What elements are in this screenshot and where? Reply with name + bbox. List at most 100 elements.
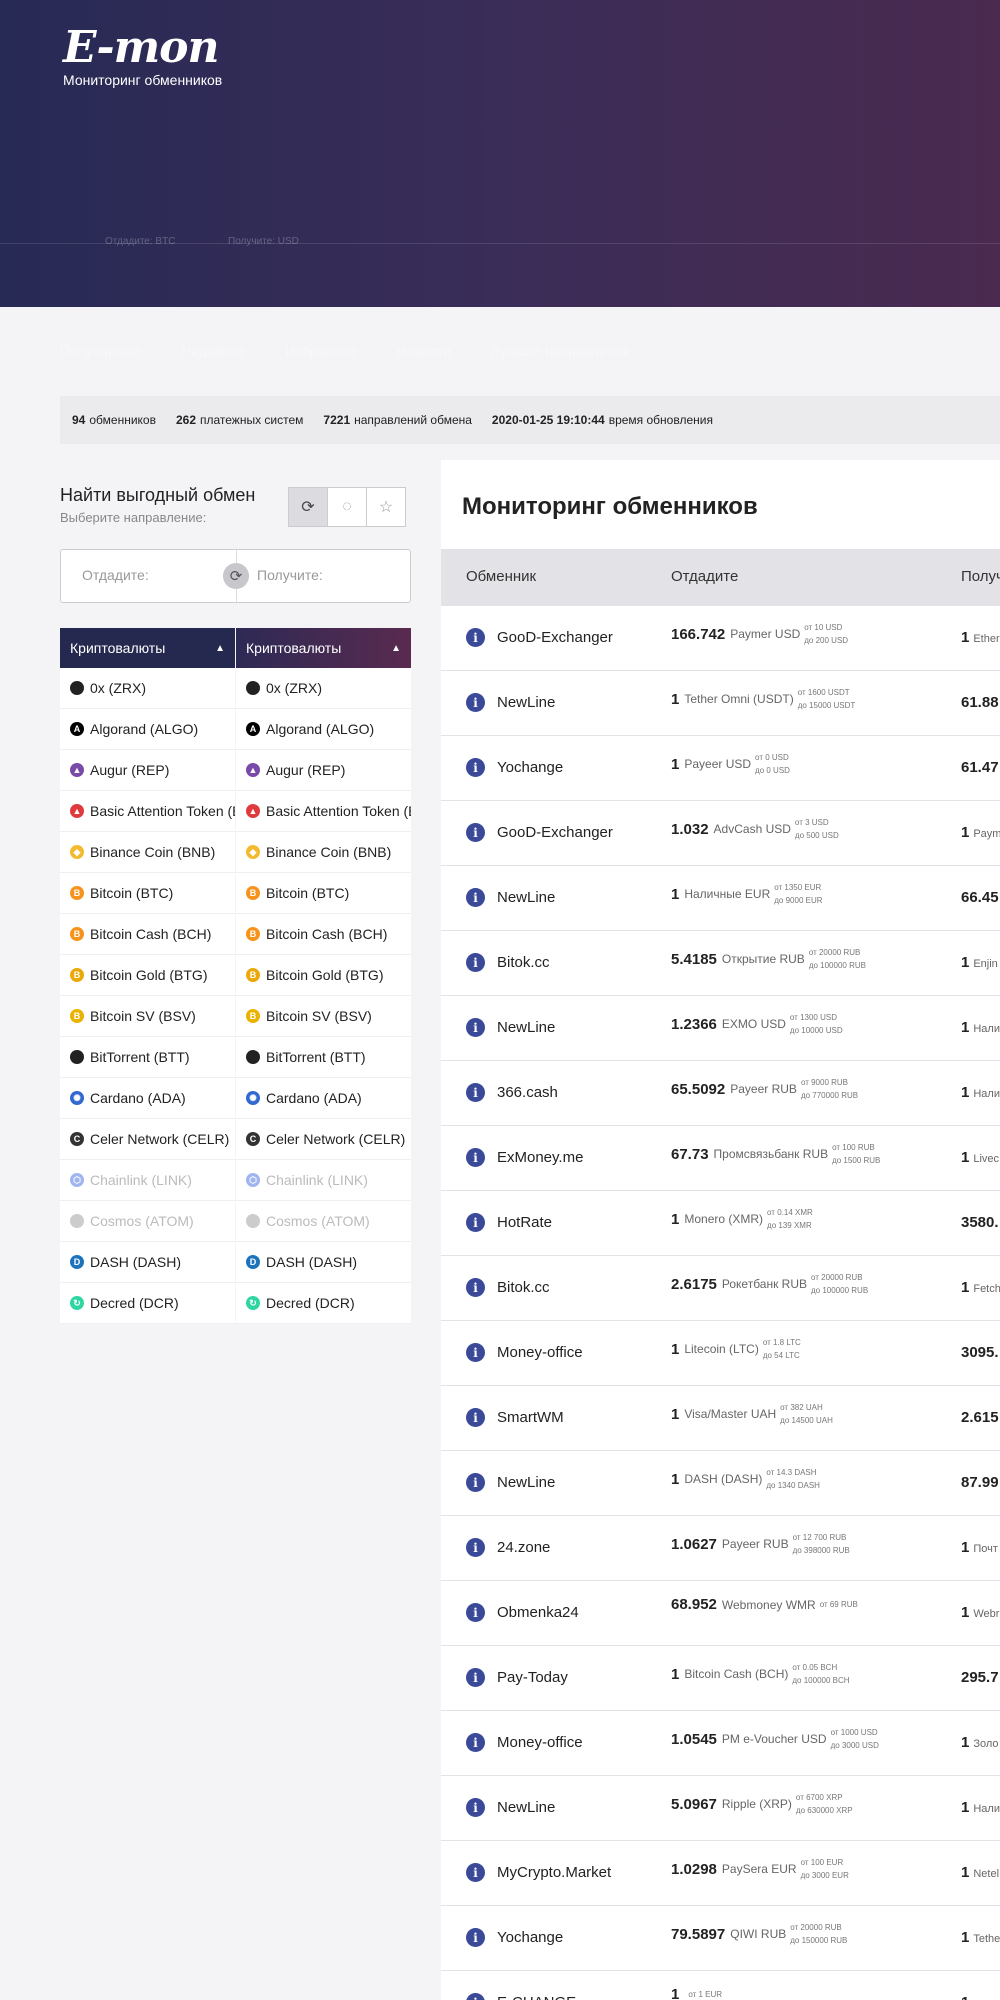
table-row[interactable]: i Money-office 1 Litecoin (LTC) от 1.8 LTC до…	[441, 1321, 1000, 1386]
exchanger-name[interactable]: Yochange	[497, 759, 563, 776]
table-row[interactable]: i NewLine 1 Tether Omni (USDT) от 1600 USDT д…	[441, 671, 1000, 736]
refresh-mode-button[interactable]: ⟳	[288, 487, 328, 527]
give-currency-item[interactable]: Cosmos (ATOM)	[60, 1201, 235, 1242]
give-category-dropdown[interactable]: Криптовалюты ▲	[60, 628, 235, 668]
table-row[interactable]: i Bitok.cc 2.6175 Рокетбанк RUB от 20000 RUB…	[441, 1256, 1000, 1321]
column-give[interactable]: Отдадите	[671, 568, 738, 585]
exchanger-name[interactable]: Obmenka24	[497, 1604, 579, 1621]
exchanger-name[interactable]: Money-office	[497, 1734, 583, 1751]
exchanger-name[interactable]: SmartWM	[497, 1409, 564, 1426]
get-currency-item[interactable]: ✺ Cardano (ADA)	[236, 1078, 411, 1119]
give-currency-item[interactable]: A Algorand (ALGO)	[60, 709, 235, 750]
table-row[interactable]: i NewLine 1 DASH (DASH) от 14.3 DASH до 1340 …	[441, 1451, 1000, 1516]
give-currency-item[interactable]: ✺ Cardano (ADA)	[60, 1078, 235, 1119]
info-icon[interactable]: i	[466, 1343, 485, 1362]
give-currency-item[interactable]: ⬡ Chainlink (LINK)	[60, 1160, 235, 1201]
get-currency-item[interactable]: B Bitcoin (BTC)	[236, 873, 411, 914]
exchanger-name[interactable]: HotRate	[497, 1214, 552, 1231]
info-icon[interactable]: i	[466, 953, 485, 972]
table-row[interactable]: i GooD-Exchanger 1.032 AdvCash USD от 3 USD д…	[441, 801, 1000, 866]
table-row[interactable]: i GooD-Exchanger 166.742 Paymer USD от 10 US…	[441, 606, 1000, 671]
get-field[interactable]: Получите:	[257, 567, 323, 583]
info-icon[interactable]: i	[466, 1993, 485, 2000]
table-row[interactable]: i SmartWM 1 Visa/Master UAH от 382 UAH до 145…	[441, 1386, 1000, 1451]
column-exchanger[interactable]: Обменник	[466, 568, 536, 585]
info-icon[interactable]: i	[466, 1798, 485, 1817]
info-icon[interactable]: i	[466, 1408, 485, 1427]
exchanger-name[interactable]: GooD-Exchanger	[497, 629, 613, 646]
site-logo[interactable]: E-mon	[63, 22, 220, 73]
table-row[interactable]: i Money-office 1.0545 PM e-Voucher USD от 10…	[441, 1711, 1000, 1776]
column-get[interactable]: Получите	[961, 568, 1000, 585]
table-row[interactable]: i HotRate 1 Monero (XMR) от 0.14 XMR до 139 X…	[441, 1191, 1000, 1256]
info-icon[interactable]: i	[466, 1018, 485, 1037]
exchanger-name[interactable]: Yochange	[497, 1929, 563, 1946]
table-row[interactable]: i Yochange 1 Payeer USD от 0 USD до 0 USD 61.4…	[441, 736, 1000, 801]
give-currency-item[interactable]: 0x (ZRX)	[60, 668, 235, 709]
info-icon[interactable]: i	[466, 1668, 485, 1687]
table-row[interactable]: i Bitok.cc 5.4185 Открытие RUB от 20000 RUB д…	[441, 931, 1000, 996]
table-row[interactable]: i ExMoney.me 67.73 Промсвязьбанк RUB от 100 …	[441, 1126, 1000, 1191]
get-currency-item[interactable]: B Bitcoin SV (BSV)	[236, 996, 411, 1037]
table-row[interactable]: i 366.cash 65.5092 Payeer RUB от 9000 RUB до …	[441, 1061, 1000, 1126]
get-currency-item[interactable]: D DASH (DASH)	[236, 1242, 411, 1283]
info-icon[interactable]: i	[466, 758, 485, 777]
give-currency-item[interactable]: B Bitcoin (BTC)	[60, 873, 235, 914]
give-currency-item[interactable]: B Bitcoin Gold (BTG)	[60, 955, 235, 996]
info-icon[interactable]: i	[466, 1083, 485, 1102]
exchanger-name[interactable]: NewLine	[497, 1474, 555, 1491]
table-row[interactable]: i Obmenka24 68.952 Webmoney WMR от 69 RUB 1 We…	[441, 1581, 1000, 1646]
give-currency-item[interactable]: BitTorrent (BTT)	[60, 1037, 235, 1078]
nav-item-recent[interactable]: Недавние	[181, 343, 245, 359]
exchanger-name[interactable]: MyCrypto.Market	[497, 1864, 611, 1881]
exchanger-name[interactable]: NewLine	[497, 1799, 555, 1816]
exchanger-name[interactable]: NewLine	[497, 694, 555, 711]
info-icon[interactable]: i	[466, 888, 485, 907]
exchanger-name[interactable]: Bitok.cc	[497, 1279, 550, 1296]
exchanger-name[interactable]: GooD-Exchanger	[497, 824, 613, 841]
table-row[interactable]: i NewLine 1 Наличные EUR от 1350 EUR до 9000 …	[441, 866, 1000, 931]
exchanger-name[interactable]: E-CHANGE	[497, 1994, 576, 2000]
table-row[interactable]: i Yochange 79.5897 QIWI RUB от 20000 RUB до 1…	[441, 1906, 1000, 1971]
info-icon[interactable]: i	[466, 1733, 485, 1752]
get-currency-item[interactable]: BitTorrent (BTT)	[236, 1037, 411, 1078]
info-icon[interactable]: i	[466, 1928, 485, 1947]
get-currency-item[interactable]: ◆ Binance Coin (BNB)	[236, 832, 411, 873]
exchanger-name[interactable]: 366.cash	[497, 1084, 558, 1101]
info-icon[interactable]: i	[466, 1538, 485, 1557]
give-currency-item[interactable]: B Bitcoin SV (BSV)	[60, 996, 235, 1037]
get-currency-item[interactable]: C Celer Network (CELR)	[236, 1119, 411, 1160]
table-row[interactable]: i Pay-Today 1 Bitcoin Cash (BCH) от 0.05 BCH…	[441, 1646, 1000, 1711]
info-icon[interactable]: i	[466, 823, 485, 842]
info-icon[interactable]: i	[466, 1148, 485, 1167]
nav-item-best[interactable]: Лучшие направления	[491, 343, 630, 359]
exchanger-name[interactable]: 24.zone	[497, 1539, 550, 1556]
exchanger-name[interactable]: Money-office	[497, 1344, 583, 1361]
exchanger-name[interactable]: ExMoney.me	[497, 1149, 583, 1166]
give-currency-item[interactable]: B Bitcoin Cash (BCH)	[60, 914, 235, 955]
favorites-mode-button[interactable]: ☆	[366, 487, 406, 527]
info-icon[interactable]: i	[466, 1213, 485, 1232]
table-row[interactable]: i NewLine 1.2366 EXMO USD от 1300 USD до 1000…	[441, 996, 1000, 1061]
info-icon[interactable]: i	[466, 693, 485, 712]
info-icon[interactable]: i	[466, 1473, 485, 1492]
get-currency-item[interactable]: Cosmos (ATOM)	[236, 1201, 411, 1242]
give-currency-item[interactable]: ◆ Binance Coin (BNB)	[60, 832, 235, 873]
get-currency-item[interactable]: ▲ Augur (REP)	[236, 750, 411, 791]
get-currency-item[interactable]: A Algorand (ALGO)	[236, 709, 411, 750]
table-row[interactable]: i 24.zone 1.0627 Payeer RUB от 12 700 RUB до …	[441, 1516, 1000, 1581]
get-currency-item[interactable]: ↻ Decred (DCR)	[236, 1283, 411, 1324]
nav-item-favorites[interactable]: Избранное	[286, 343, 357, 359]
get-currency-item[interactable]: ⬡ Chainlink (LINK)	[236, 1160, 411, 1201]
info-icon[interactable]: i	[466, 1278, 485, 1297]
give-field[interactable]: Отдадите:	[82, 567, 149, 583]
get-currency-item[interactable]: B Bitcoin Cash (BCH)	[236, 914, 411, 955]
table-row[interactable]: i E-CHANGE 1 от 1 EUR 1	[441, 1971, 1000, 2000]
info-icon[interactable]: i	[466, 1863, 485, 1882]
info-icon[interactable]: i	[466, 1603, 485, 1622]
give-currency-item[interactable]: ↻ Decred (DCR)	[60, 1283, 235, 1324]
hot-mode-button[interactable]: ◌	[327, 487, 367, 527]
get-currency-item[interactable]: B Bitcoin Gold (BTG)	[236, 955, 411, 996]
nav-item-popular[interactable]: Популярные	[60, 343, 141, 359]
info-icon[interactable]: i	[466, 628, 485, 647]
